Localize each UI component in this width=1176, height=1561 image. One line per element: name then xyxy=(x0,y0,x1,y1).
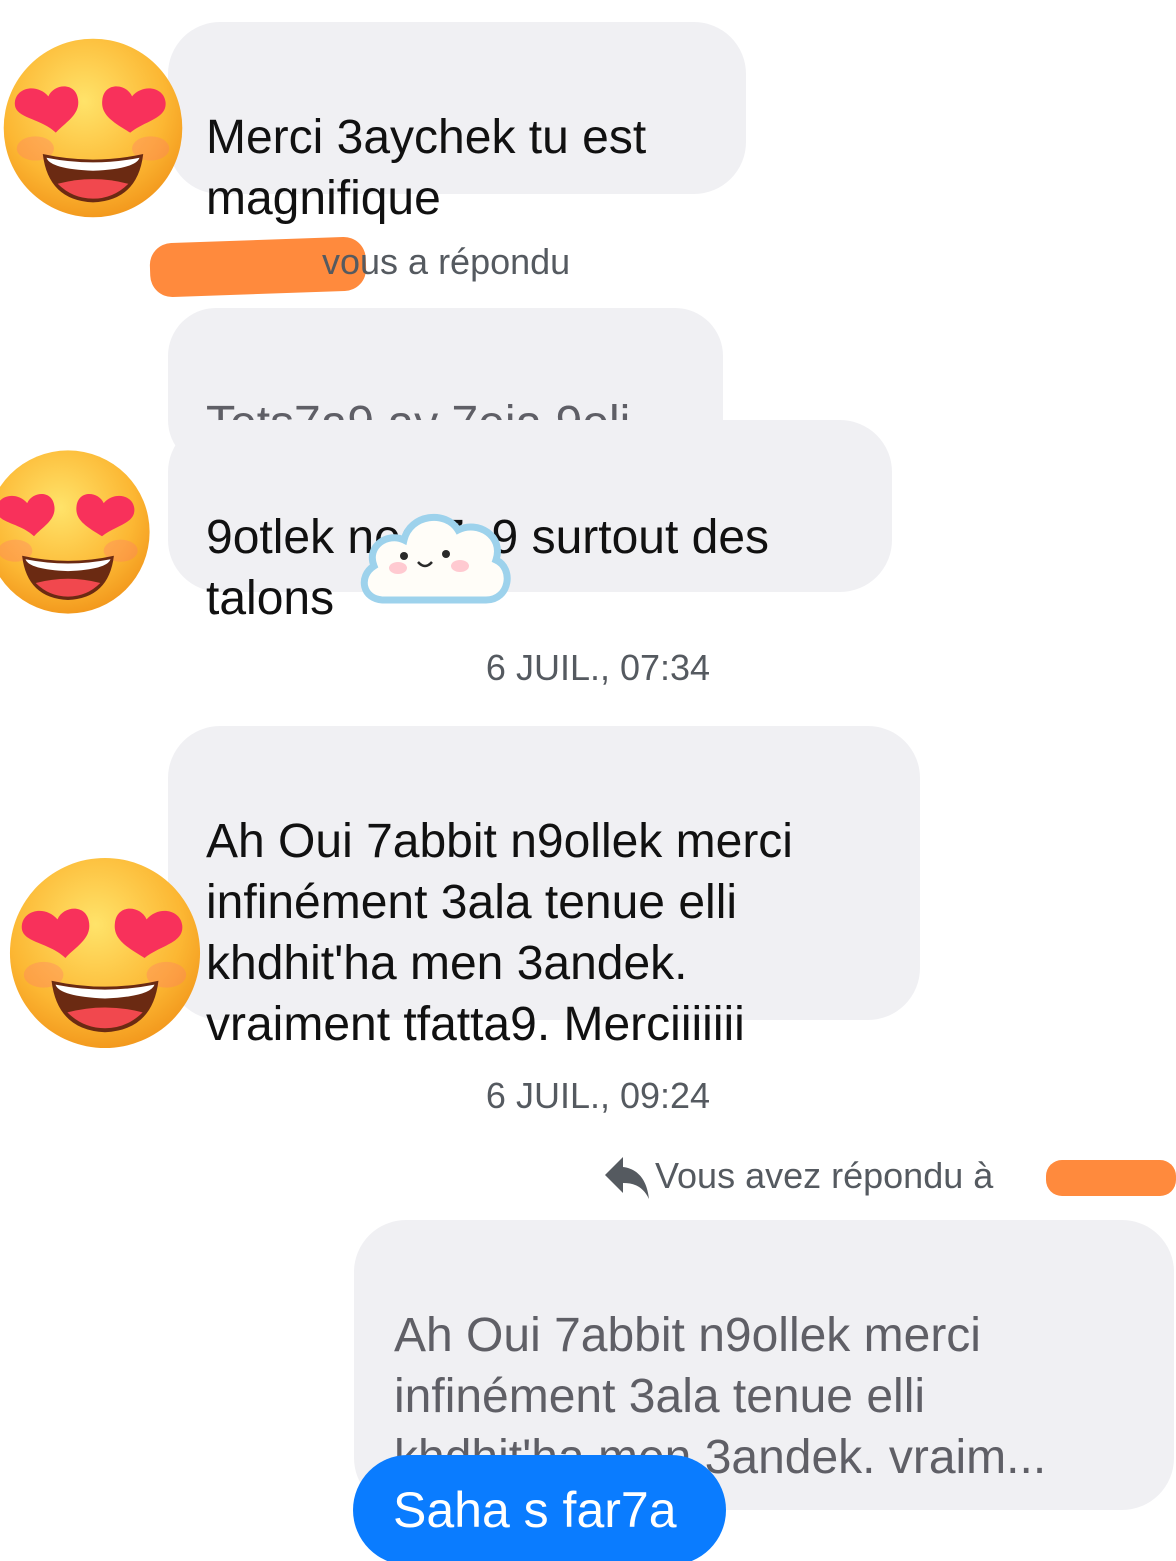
message-bubble-1[interactable]: Merci 3aychek tu est magnifique xyxy=(168,22,746,225)
timestamp-text: 6 JUIL., 07:34 xyxy=(485,647,711,688)
message-bubble-3[interactable]: Ah Oui 7abbit n9ollek merci infinément 3… xyxy=(168,726,920,1051)
heart-eyes-emoji-icon xyxy=(3,38,183,218)
message-text-1: Merci 3aychek tu est magnifique xyxy=(206,111,647,225)
redacted-name xyxy=(1046,1160,1176,1196)
reply-meta: vous a répondu xyxy=(322,240,570,284)
sent-message-text: Saha s far7a xyxy=(393,1482,677,1538)
sent-message-bubble[interactable]: Saha s far7a xyxy=(353,1455,726,1561)
heart-eyes-emoji-icon xyxy=(9,857,201,1049)
message-bubble-2[interactable]: 9otlek nest7a9 surtout des talons xyxy=(168,420,892,625)
message-text-3: Ah Oui 7abbit n9ollek merci infinément 3… xyxy=(206,815,793,1051)
timestamp-text: 6 JUIL., 09:24 xyxy=(485,1075,711,1116)
reply-arrow-icon xyxy=(605,1157,649,1199)
my-reply-meta: Vous avez répondu à xyxy=(655,1154,993,1198)
reply-meta-text: vous a répondu xyxy=(322,241,571,282)
timestamp: 6 JUIL., 07:34 xyxy=(0,646,1176,690)
heart-eyes-emoji-icon xyxy=(0,450,150,614)
chat-thread: Merci 3aychek tu est magnifique vous a r… xyxy=(0,0,1176,1561)
my-reply-meta-text: Vous avez répondu à xyxy=(655,1155,994,1196)
timestamp: 6 JUIL., 09:24 xyxy=(0,1074,1176,1118)
cute-cloud-sticker-icon xyxy=(360,513,511,604)
